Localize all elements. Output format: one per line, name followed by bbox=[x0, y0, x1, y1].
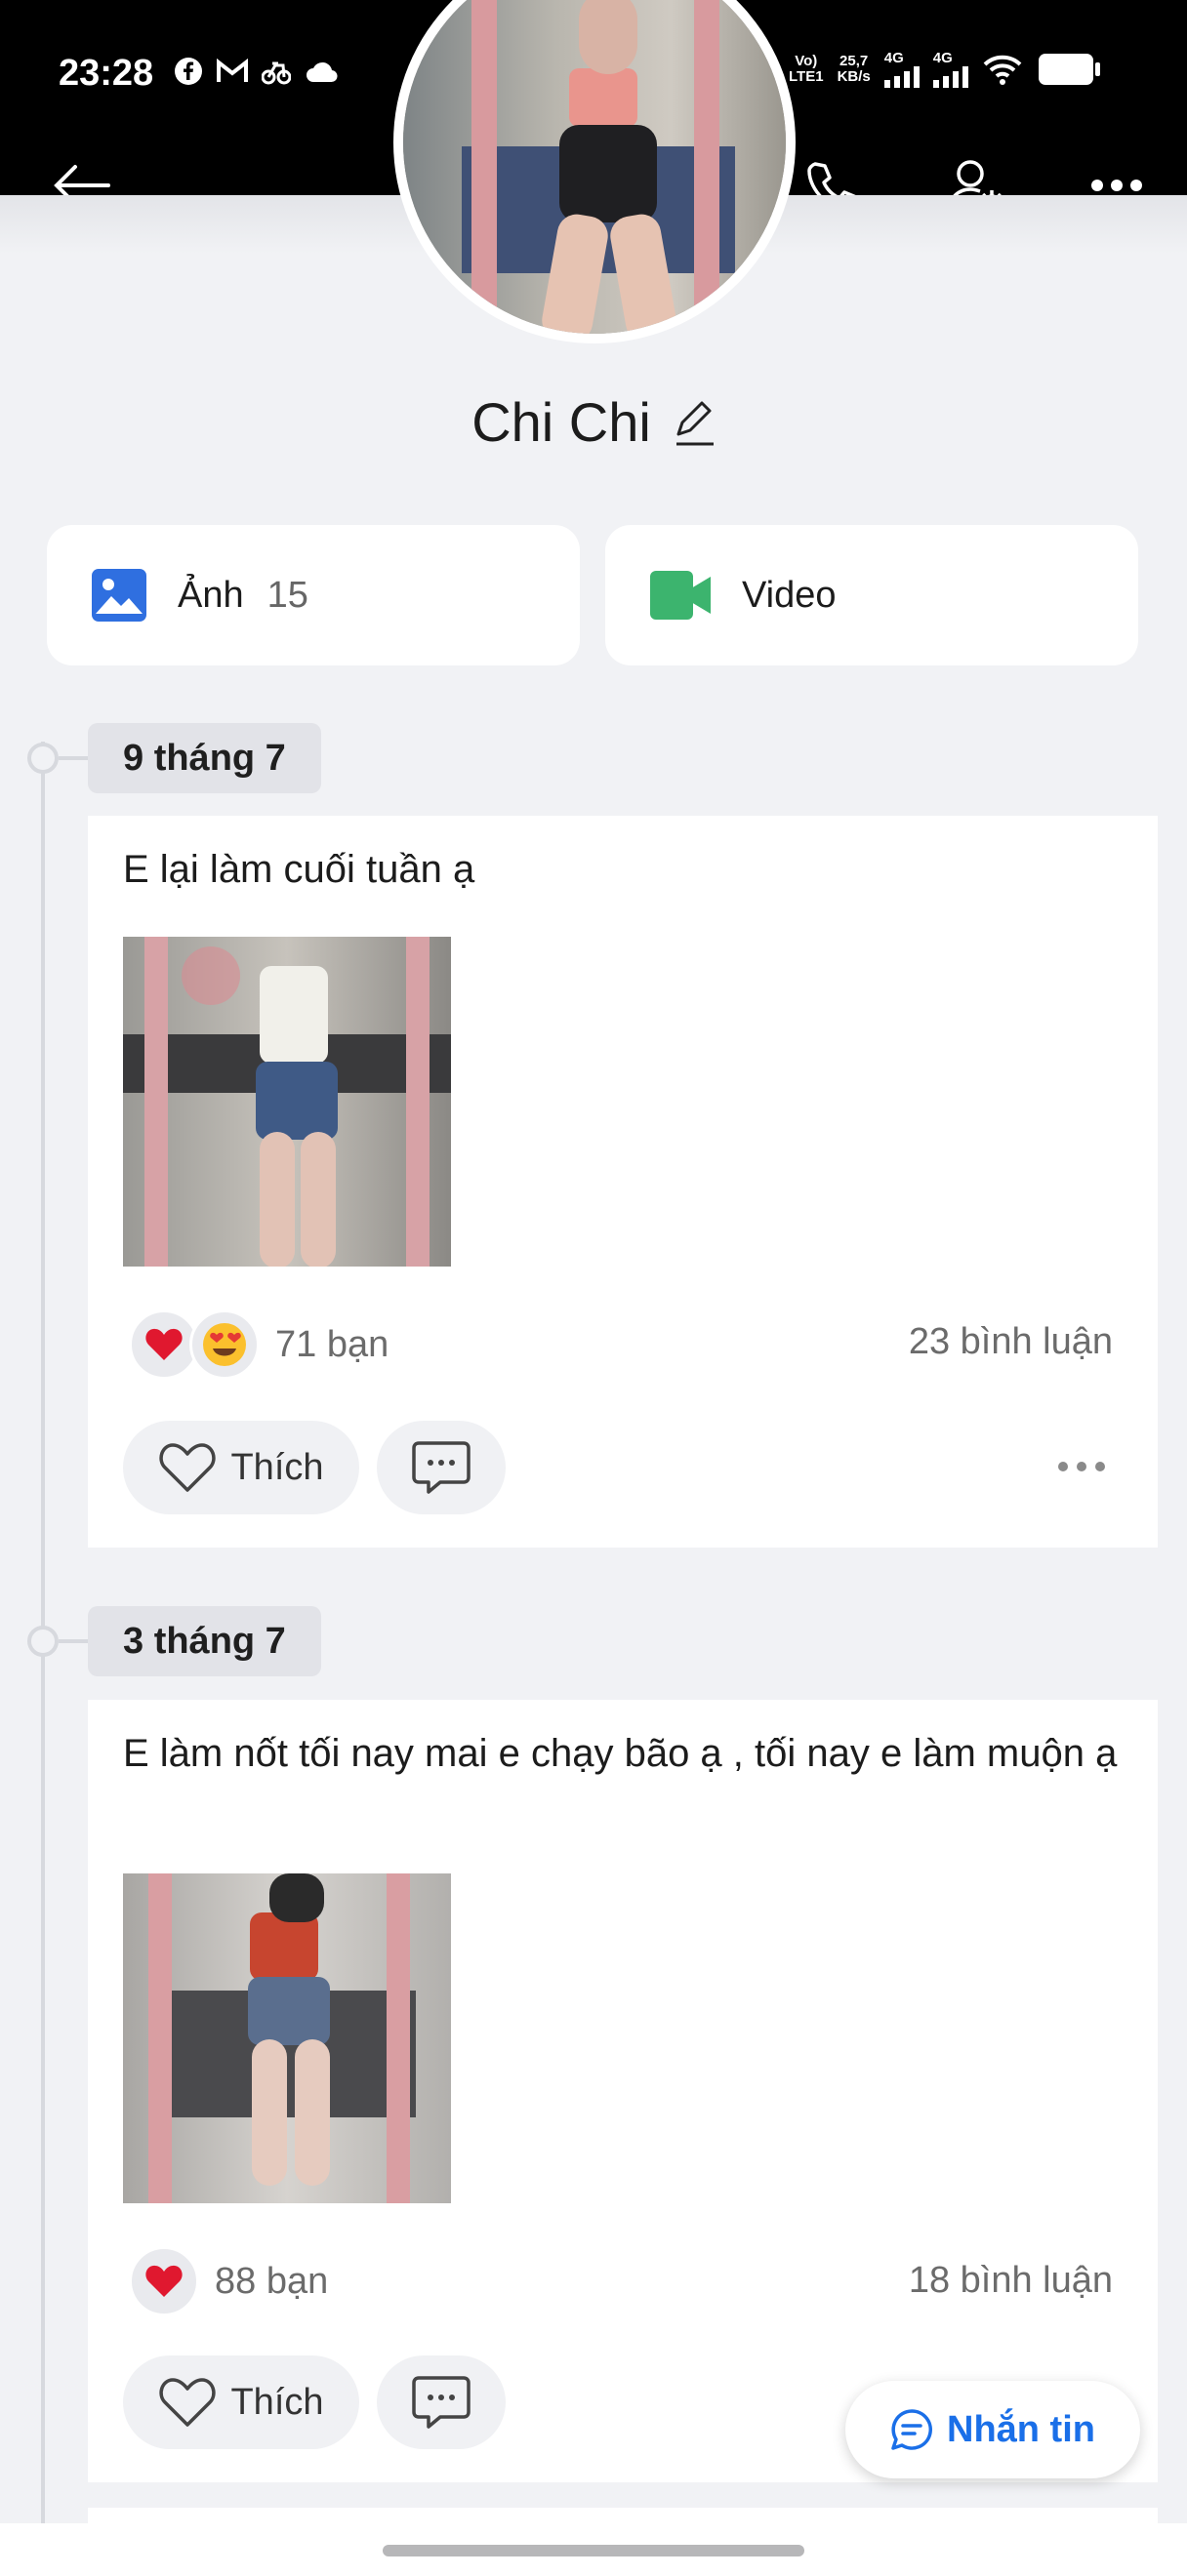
comment-button[interactable] bbox=[377, 2355, 506, 2449]
photos-count: 15 bbox=[266, 574, 308, 616]
heart-eyes-emoji-icon bbox=[203, 1323, 246, 1366]
battery-icon bbox=[1038, 54, 1100, 85]
gmail-icon bbox=[217, 59, 248, 82]
heart-emoji-icon bbox=[145, 1328, 183, 1360]
more-dots-icon bbox=[1091, 180, 1142, 191]
home-indicator[interactable] bbox=[383, 2545, 804, 2556]
post-date: 3 tháng 7 bbox=[88, 1606, 321, 1676]
like-label: Thích bbox=[230, 1446, 324, 1488]
facebook-icon bbox=[175, 58, 202, 85]
lte-indicator: Vo) LTE1 bbox=[789, 54, 824, 85]
comment-bubble-icon bbox=[412, 2376, 471, 2429]
profile-name: Chi Chi bbox=[471, 391, 651, 453]
post-card[interactable]: E làm nốt tối nay mai e chạy bão ạ , tối… bbox=[88, 1700, 1158, 2482]
cloud-icon bbox=[307, 61, 338, 83]
like-button[interactable]: Thích bbox=[123, 2355, 359, 2449]
heart-outline-icon bbox=[159, 1443, 217, 1492]
post-text: E lại làm cuối tuần ạ bbox=[123, 848, 475, 891]
video-icon bbox=[650, 571, 711, 620]
post-photo[interactable] bbox=[123, 937, 451, 1267]
reaction-summary[interactable]: 88 bạn bbox=[129, 2246, 328, 2316]
message-button[interactable]: Nhắn tin bbox=[845, 2381, 1140, 2478]
network-speed: 25,7 KB/s bbox=[838, 54, 871, 85]
chat-icon bbox=[891, 2409, 932, 2450]
status-time: 23:28 bbox=[59, 53, 154, 94]
dot bbox=[1095, 1462, 1105, 1471]
avatar-photo bbox=[403, 0, 786, 334]
photos-label: Ảnh bbox=[178, 574, 244, 616]
bike-icon bbox=[262, 61, 291, 85]
reaction-heart bbox=[129, 2246, 199, 2316]
post-text: E làm nốt tối nay mai e chạy bão ạ , tối… bbox=[123, 1732, 1118, 1775]
comment-button[interactable] bbox=[377, 1421, 506, 1514]
reaction-count: 88 bạn bbox=[215, 2260, 329, 2302]
timeline-connector bbox=[59, 1639, 88, 1643]
reaction-summary[interactable]: 71 bạn bbox=[129, 1309, 389, 1380]
dot bbox=[1077, 1462, 1086, 1471]
post-photo[interactable] bbox=[123, 1873, 451, 2203]
profile-avatar[interactable] bbox=[393, 0, 796, 343]
signal-2: 4G bbox=[932, 50, 968, 88]
timeline-connector bbox=[59, 756, 88, 760]
signal-1: 4G bbox=[883, 50, 920, 88]
like-label: Thích bbox=[230, 2381, 324, 2423]
heart-emoji-icon bbox=[145, 2265, 183, 2297]
video-label: Video bbox=[742, 574, 837, 616]
signal-icon bbox=[883, 66, 920, 88]
speed-unit: KB/s bbox=[837, 68, 871, 85]
post-card[interactable]: E lại làm cuối tuần ạ 71 bạn 23 bình luậ… bbox=[88, 816, 1158, 1548]
comment-count[interactable]: 18 bình luận bbox=[909, 2260, 1113, 2302]
wifi-icon bbox=[983, 55, 1022, 85]
timeline-dot bbox=[27, 743, 59, 774]
status-left-icons bbox=[174, 57, 340, 86]
network-type-2: 4G bbox=[932, 50, 953, 66]
post-date: 9 tháng 7 bbox=[88, 723, 321, 793]
heart-outline-icon bbox=[159, 2378, 217, 2427]
lte-top: Vo) bbox=[795, 53, 818, 69]
lte-bottom: LTE1 bbox=[789, 68, 824, 85]
pencil-icon[interactable] bbox=[673, 399, 716, 446]
photos-card[interactable]: Ảnh 15 bbox=[47, 525, 580, 665]
signal-icon bbox=[932, 66, 968, 88]
reaction-love-eyes bbox=[189, 1309, 260, 1380]
dot bbox=[1058, 1462, 1068, 1471]
photo-icon bbox=[92, 569, 146, 622]
video-card[interactable]: Video bbox=[605, 525, 1138, 665]
like-button[interactable]: Thích bbox=[123, 1421, 359, 1514]
message-button-label: Nhắn tin bbox=[947, 2408, 1095, 2450]
network-type-1: 4G bbox=[883, 50, 904, 66]
speed-value: 25,7 bbox=[839, 53, 869, 69]
profile-name-row: Chi Chi bbox=[0, 390, 1187, 454]
comment-count[interactable]: 23 bình luận bbox=[909, 1321, 1113, 1363]
timeline-dot bbox=[27, 1626, 59, 1657]
reaction-count: 71 bạn bbox=[275, 1323, 389, 1365]
comment-bubble-icon bbox=[412, 1441, 471, 1494]
post-more-button[interactable] bbox=[1058, 1462, 1105, 1471]
